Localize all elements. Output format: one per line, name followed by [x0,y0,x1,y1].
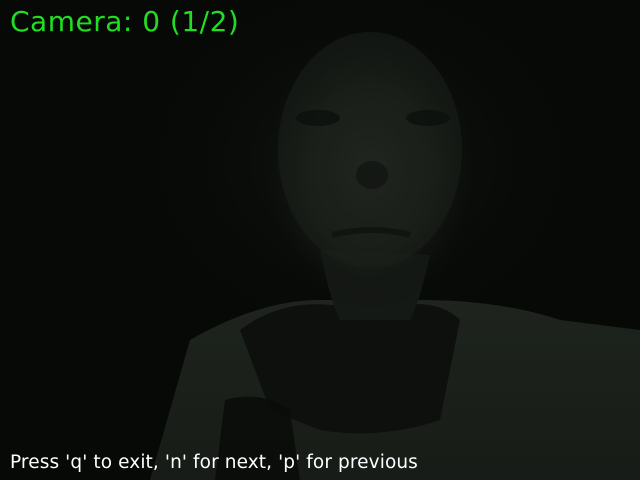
camera-viewer-window: Camera: 0 (1/2) Press 'q' to exit, 'n' f… [0,0,640,480]
camera-feed-frame [0,0,640,480]
keyboard-help-text: Press 'q' to exit, 'n' for next, 'p' for… [10,452,418,473]
camera-index-label: Camera: 0 (1/2) [10,5,240,38]
